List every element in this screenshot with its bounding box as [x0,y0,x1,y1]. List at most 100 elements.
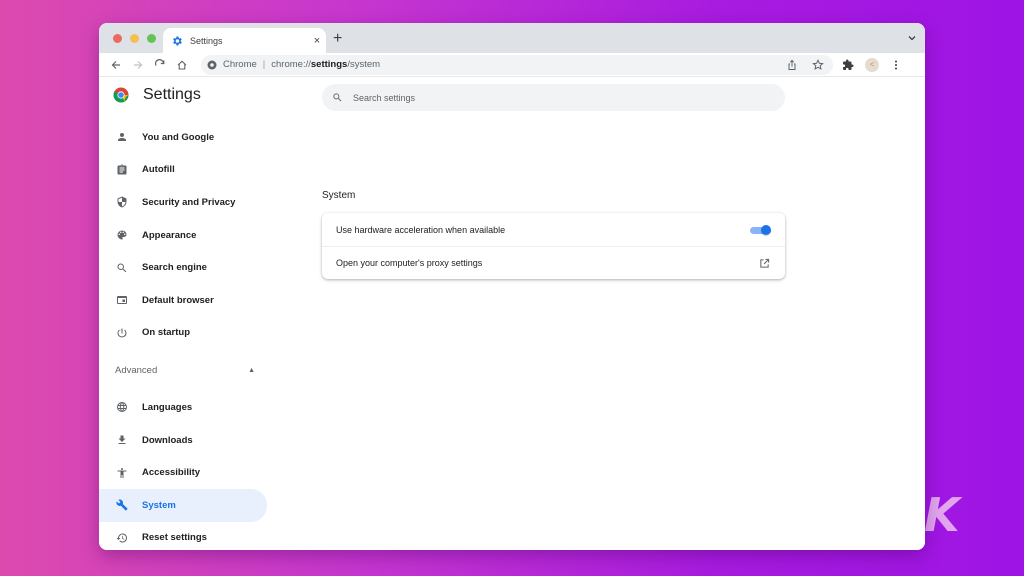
sidebar-item-label: Default browser [142,294,214,306]
share-icon [788,59,796,70]
url-text: chrome://settings/system [271,59,380,70]
browser-icon [117,296,127,305]
sidebar-item-system[interactable]: System [99,488,267,522]
reload-button[interactable] [149,55,171,75]
sidebar-item-reset-settings[interactable]: Reset settings [99,522,267,550]
star-icon [812,58,824,70]
sidebar-item-label: Downloads [142,434,193,446]
sidebar-item-label: Search engine [142,262,207,274]
sidebar-item-label: Appearance [142,229,197,241]
hardware-acceleration-toggle[interactable] [750,224,771,235]
page-title: Settings [143,86,201,103]
url-host: settings [310,59,348,70]
url-prefix: chrome:// [271,59,311,70]
sidebar-item-label: System [142,499,176,511]
window-controls [113,34,156,43]
chrome-logo-icon [113,87,129,103]
sidebar-item-you-and-google[interactable]: You and Google [99,121,267,154]
url-separator: | [262,59,266,70]
gear-icon [173,36,182,45]
avatar: < [865,57,879,72]
advanced-toggle[interactable]: Advanced ▲ [99,349,267,391]
row-label: Open your computer's proxy settings [336,258,483,268]
settings-sidebar: Settings You and Google Autofill Securit… [99,77,279,550]
close-tab-icon[interactable]: × [308,35,326,47]
search-icon [117,263,127,272]
home-button[interactable] [171,55,193,75]
menu-button[interactable] [885,55,907,75]
sidebar-item-label: Accessibility [142,467,201,479]
shield-icon [117,196,127,208]
arrow-right-icon [134,60,143,69]
profile-button[interactable]: < [861,55,883,75]
row-label: Use hardware acceleration when available [336,224,506,235]
sidebar-item-autofill[interactable]: Autofill [99,154,267,187]
globe-icon [117,402,127,413]
maximize-window-button[interactable] [147,34,156,43]
watermark-logo: K [924,488,960,542]
site-label: Chrome [223,59,257,70]
history-icon [116,533,128,543]
browser-window: Settings × + Chrome | chrome://settings/… [99,23,925,550]
bookmark-button[interactable] [807,55,829,75]
download-icon [118,435,126,445]
tab-title: Settings [190,35,223,46]
accessibility-icon [117,467,127,478]
settings-nav: You and Google Autofill Security and Pri… [99,121,267,550]
forward-button[interactable] [127,55,149,75]
search-input[interactable] [353,92,753,103]
sidebar-item-label: Languages [142,401,193,413]
sidebar-item-label: You and Google [142,131,215,143]
wrench-icon [116,499,128,511]
advanced-label: Advanced [115,364,158,376]
back-button[interactable] [105,55,127,75]
power-icon [117,328,127,338]
sidebar-item-label: On startup [142,327,191,339]
sidebar-item-label: Reset settings [142,532,207,544]
puzzle-icon [843,59,854,70]
share-button[interactable] [781,55,803,75]
open-external-button[interactable] [757,256,771,270]
section-title: System [322,190,356,201]
caret-up-icon: ▲ [248,366,255,374]
sidebar-item-accessibility[interactable]: Accessibility [99,456,267,489]
sidebar-item-downloads[interactable]: Downloads [99,424,267,457]
proxy-settings-row[interactable]: Open your computer's proxy settings [322,246,785,279]
sidebar-item-on-startup[interactable]: On startup [99,317,267,350]
search-settings[interactable] [322,84,785,111]
address-bar[interactable]: Chrome | chrome://settings/system [201,54,833,75]
toggle-knob [761,224,771,235]
minimize-window-button[interactable] [130,34,139,43]
arrow-left-icon [111,60,120,69]
external-link-icon [759,258,769,268]
close-window-button[interactable] [113,34,122,43]
person-icon [118,133,126,142]
settings-header: Settings [113,86,201,104]
chevron-down-icon[interactable] [907,33,917,43]
search-icon [333,93,342,102]
system-settings-card: Use hardware acceleration when available… [322,213,785,279]
settings-page: Settings You and Google Autofill Securit… [99,77,925,550]
sidebar-item-security-and-privacy[interactable]: Security and Privacy [99,186,267,219]
reload-icon [154,58,165,66]
url-path: /system [347,59,381,70]
tab-settings[interactable]: Settings × [163,28,326,53]
sidebar-item-label: Autofill [142,164,175,176]
tab-strip: Settings × + [99,23,925,53]
clipboard-icon [117,164,127,175]
sidebar-item-appearance[interactable]: Appearance [99,219,267,252]
new-tab-button[interactable]: + [333,30,342,48]
sidebar-item-default-browser[interactable]: Default browser [99,284,267,317]
toolbar-right: < [837,55,907,75]
hardware-acceleration-row[interactable]: Use hardware acceleration when available [322,213,785,246]
palette-icon [117,230,127,240]
chrome-site-icon [207,60,217,69]
kebab-menu-icon [895,60,897,69]
home-icon [177,60,187,70]
sidebar-item-label: Security and Privacy [142,196,236,208]
omnibox-actions [781,55,833,75]
sidebar-item-search-engine[interactable]: Search engine [99,251,267,284]
browser-toolbar: Chrome | chrome://settings/system < [99,53,925,77]
sidebar-item-languages[interactable]: Languages [99,391,267,424]
extensions-button[interactable] [837,55,859,75]
